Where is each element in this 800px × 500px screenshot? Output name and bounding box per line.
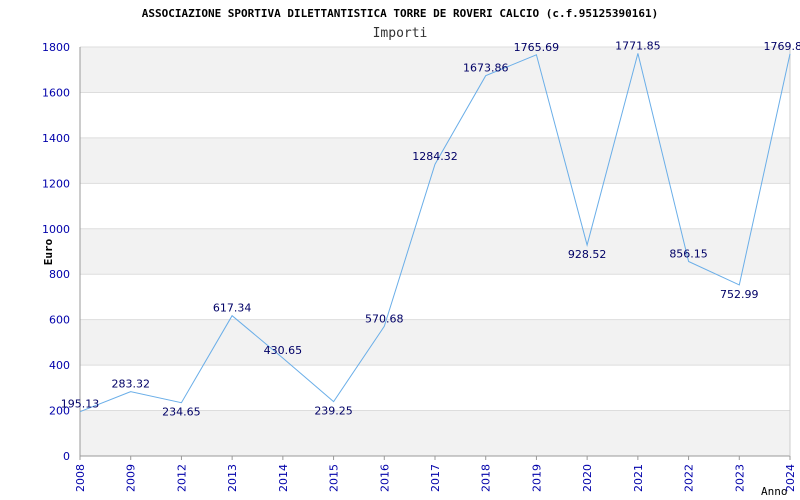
data-label: 1765.69 xyxy=(514,41,560,54)
x-tick-label: 2020 xyxy=(581,464,594,492)
x-tick-label: 2023 xyxy=(733,464,746,492)
data-label: 195.13 xyxy=(61,398,100,411)
x-tick-label: 2008 xyxy=(74,464,87,492)
x-tick-labels: 2008 2009 2012 2013 2014 2015 2016 2017 2018 2019… xyxy=(74,456,797,492)
y-tick-label: 400 xyxy=(49,359,70,372)
data-label: 570.68 xyxy=(365,312,404,325)
y-tick-label: 1600 xyxy=(42,86,70,99)
x-tick-label: 2022 xyxy=(683,464,696,492)
data-label: 1771.85 xyxy=(615,39,661,52)
y-tick-label: 600 xyxy=(49,314,70,327)
plot-band xyxy=(80,92,790,138)
data-label: 928.52 xyxy=(568,248,607,261)
y-tick-label: 1200 xyxy=(42,177,70,190)
x-tick-label: 2021 xyxy=(632,464,645,492)
x-tick-label: 2009 xyxy=(125,464,138,492)
data-label: 1284.32 xyxy=(412,150,458,163)
x-tick-label: 2017 xyxy=(429,464,442,492)
x-axis-label: Anno xyxy=(761,485,788,498)
data-label: 283.32 xyxy=(111,378,150,391)
y-tick-label: 0 xyxy=(63,450,70,463)
x-tick-label: 2012 xyxy=(175,464,188,492)
data-label: 617.34 xyxy=(213,302,252,315)
data-label: 239.25 xyxy=(314,405,353,418)
x-tick-label: 2014 xyxy=(277,464,290,492)
y-tick-label: 800 xyxy=(49,268,70,281)
data-label: 856.15 xyxy=(669,247,708,260)
data-label: 1673.86 xyxy=(463,62,509,75)
line-chart: ASSOCIAZIONE SPORTIVA DILETTANTISTICA TO… xyxy=(42,7,800,498)
y-tick-label: 1800 xyxy=(42,41,70,54)
plot-band xyxy=(80,365,790,411)
data-label: 752.99 xyxy=(720,288,759,301)
y-axis-label: Euro xyxy=(42,238,55,265)
y-tick-label: 1000 xyxy=(42,223,70,236)
data-label: 430.65 xyxy=(264,344,303,357)
plot-band xyxy=(80,319,790,366)
data-label: 1769.8 xyxy=(764,40,800,53)
x-tick-label: 2018 xyxy=(480,464,493,492)
chart-title: ASSOCIAZIONE SPORTIVA DILETTANTISTICA TO… xyxy=(142,7,659,20)
data-label: 234.65 xyxy=(162,406,201,419)
x-tick-label: 2013 xyxy=(226,464,239,492)
chart-subtitle: Importi xyxy=(373,26,428,41)
y-tick-label: 1400 xyxy=(42,132,70,145)
plot-band xyxy=(80,183,790,229)
x-tick-label: 2015 xyxy=(328,464,341,492)
plot-band xyxy=(80,274,790,320)
x-tick-label: 2016 xyxy=(378,464,391,492)
plot-band xyxy=(80,47,790,93)
x-tick-label: 2019 xyxy=(530,464,543,492)
